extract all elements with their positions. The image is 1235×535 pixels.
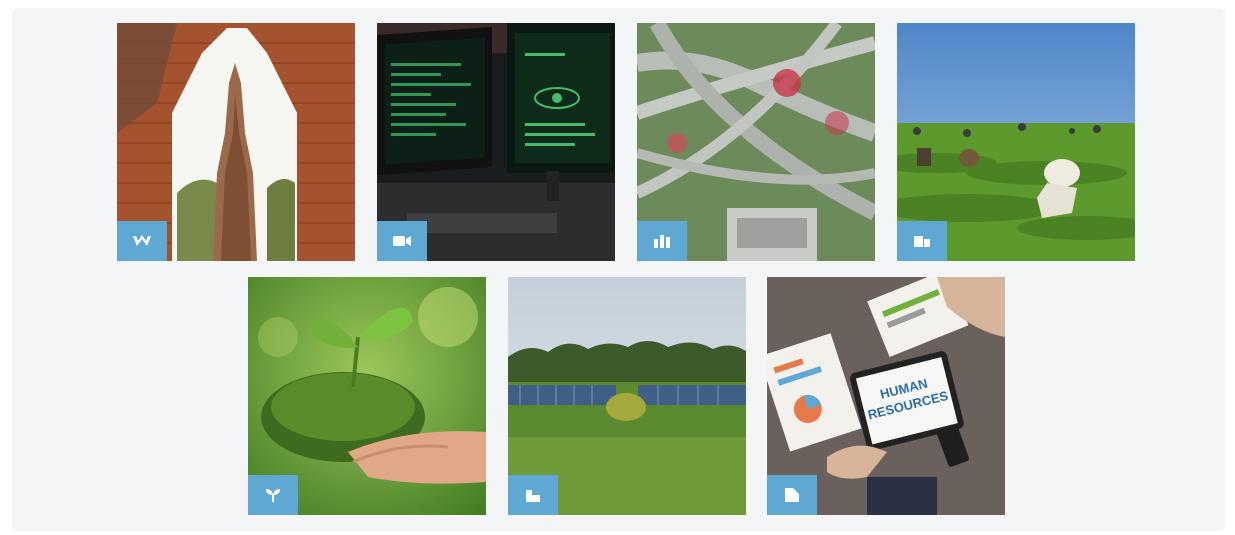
sector-card-heritage[interactable] <box>117 23 355 261</box>
sector-badge-infrastructure <box>637 221 687 261</box>
document-icon <box>785 488 799 502</box>
video-camera-icon <box>393 236 411 246</box>
sector-badge-digital <box>377 221 427 261</box>
infrastructure-icon <box>654 235 670 248</box>
sector-badge-environment <box>248 475 298 515</box>
sector-card-environment[interactable] <box>248 277 486 515</box>
sector-badge-human-resources <box>767 475 817 515</box>
sector-card-digital[interactable] <box>377 23 615 261</box>
sector-card-agriculture[interactable] <box>897 23 1135 261</box>
sector-badge-energy <box>508 475 558 515</box>
agriculture-icon <box>914 236 930 247</box>
energy-icon <box>526 490 540 502</box>
heritage-icon <box>133 235 151 246</box>
sector-badge-agriculture <box>897 221 947 261</box>
sector-badge-heritage <box>117 221 167 261</box>
sector-card-infrastructure[interactable] <box>637 23 875 261</box>
sprout-icon <box>266 489 280 502</box>
sector-card-human-resources[interactable]: HUMAN RESOURCES <box>767 277 1005 515</box>
sector-card-energy[interactable] <box>508 277 746 515</box>
